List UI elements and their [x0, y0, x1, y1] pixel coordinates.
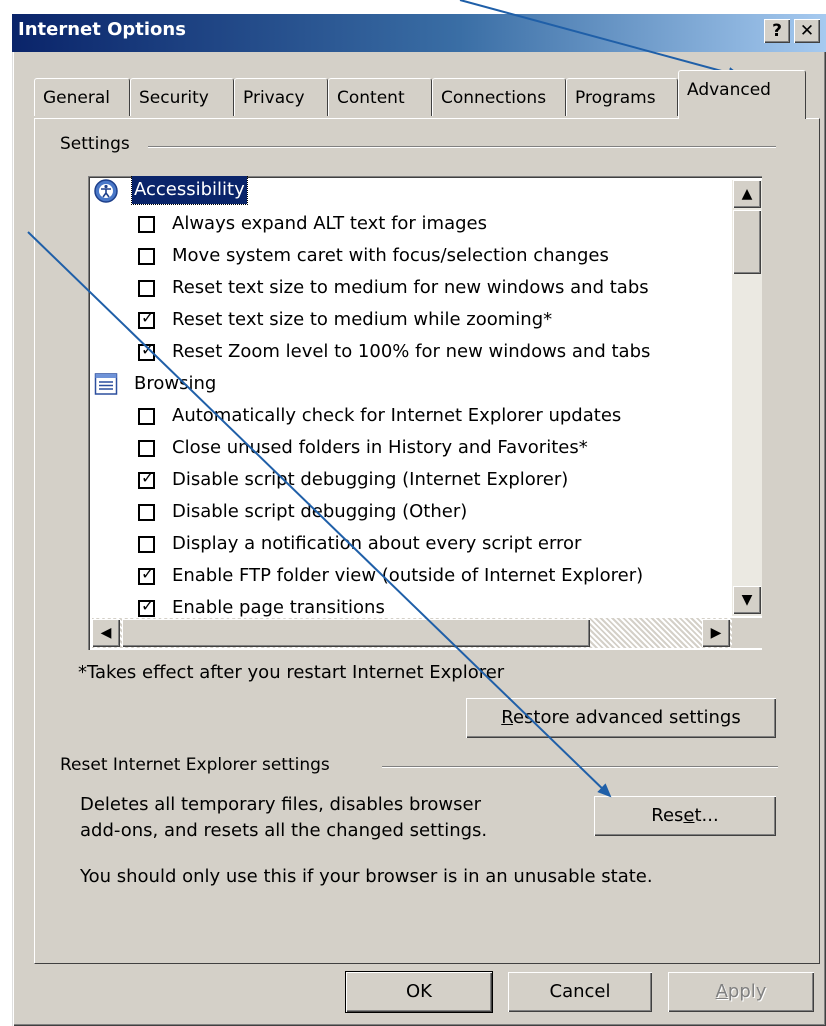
tab-advanced[interactable]: Advanced — [678, 70, 806, 119]
checkbox[interactable] — [138, 216, 155, 233]
checkbox[interactable] — [138, 440, 155, 457]
scroll-corner — [732, 618, 762, 648]
setting-label: Disable script debugging (Internet Explo… — [172, 469, 569, 490]
scroll-right-button[interactable]: ▶ — [702, 619, 730, 647]
settings-group-line — [148, 146, 776, 148]
arrow-down-icon: ▼ — [741, 592, 753, 608]
setting-label: Automatically check for Internet Explore… — [172, 405, 622, 426]
checkmark-icon: ✓ — [141, 564, 155, 583]
ok-button[interactable]: OK — [346, 972, 492, 1012]
reset-group-line — [382, 766, 778, 768]
reset-description-line1: Deletes all temporary files, disables br… — [80, 794, 481, 815]
help-button[interactable]: ? — [764, 19, 790, 43]
category-label-browsing: Browsing — [134, 373, 217, 394]
setting-label: Reset Zoom level to 100% for new windows… — [172, 341, 651, 362]
tab-security[interactable]: Security — [130, 78, 234, 116]
restart-footnote: *Takes effect after you restart Internet… — [78, 662, 505, 683]
checkmark-icon: ✓ — [141, 308, 155, 327]
tab-general[interactable]: General — [34, 78, 130, 116]
checkbox[interactable] — [138, 504, 155, 521]
tab-content[interactable]: Content — [328, 78, 432, 116]
checkbox[interactable] — [138, 280, 155, 297]
checkbox-checked[interactable]: ✓ — [138, 468, 155, 489]
accessibility-icon — [94, 179, 118, 203]
window-title: Internet Options — [18, 19, 186, 40]
cancel-button[interactable]: Cancel — [508, 972, 652, 1012]
arrow-left-icon: ◀ — [100, 625, 112, 641]
reset-description-line2: add-ons, and resets all the changed sett… — [80, 820, 488, 841]
setting-label: Display a notification about every scrip… — [172, 533, 582, 554]
horizontal-scrollbar[interactable]: ◀ ▶ — [92, 618, 732, 648]
setting-label: Reset text size to medium while zooming* — [172, 309, 553, 330]
settings-list[interactable]: Accessibility Always expand ALT text for… — [88, 176, 762, 650]
arrow-up-icon: ▲ — [741, 186, 753, 202]
checkbox-checked[interactable]: ✓ — [138, 564, 155, 585]
reset-warning: You should only use this if your browser… — [80, 866, 653, 887]
setting-label: Enable FTP folder view (outside of Inter… — [172, 565, 644, 586]
tab-programs[interactable]: Programs — [566, 78, 678, 116]
checkmark-icon: ✓ — [141, 596, 155, 615]
scroll-down-button[interactable]: ▼ — [733, 586, 761, 614]
title-bar[interactable]: Internet Options ? ✕ — [12, 14, 826, 52]
checkbox-checked[interactable]: ✓ — [138, 308, 155, 329]
browsing-icon — [94, 373, 118, 395]
reset-button[interactable]: Reset... — [594, 796, 776, 836]
checkbox[interactable] — [138, 248, 155, 265]
tab-privacy[interactable]: Privacy — [234, 78, 328, 116]
arrow-right-icon: ▶ — [710, 625, 722, 641]
setting-label: Reset text size to medium for new window… — [172, 277, 649, 298]
category-label-accessibility: Accessibility — [131, 176, 248, 205]
restore-advanced-settings-button[interactable]: Restore advanced settings — [466, 698, 776, 738]
checkbox-checked[interactable]: ✓ — [138, 340, 155, 361]
category-accessibility[interactable]: Accessibility — [88, 176, 762, 207]
scroll-up-button[interactable]: ▲ — [733, 180, 761, 208]
scroll-hthumb[interactable] — [122, 619, 590, 647]
tab-connections[interactable]: Connections — [432, 78, 566, 116]
apply-button[interactable]: Apply — [668, 972, 814, 1012]
checkmark-icon: ✓ — [141, 468, 155, 487]
setting-label: Disable script debugging (Other) — [172, 501, 468, 522]
settings-group-label: Settings — [60, 134, 136, 154]
reset-group-label: Reset Internet Explorer settings — [60, 755, 336, 775]
checkbox-checked[interactable]: ✓ — [138, 596, 155, 617]
setting-label: Close unused folders in History and Favo… — [172, 437, 588, 458]
checkmark-icon: ✓ — [141, 340, 155, 359]
scroll-thumb[interactable] — [733, 210, 761, 274]
scroll-left-button[interactable]: ◀ — [92, 619, 120, 647]
vertical-scrollbar[interactable]: ▲ ▼ — [732, 180, 762, 616]
checkbox[interactable] — [138, 536, 155, 553]
setting-label: Always expand ALT text for images — [172, 213, 487, 234]
close-button[interactable]: ✕ — [794, 19, 820, 43]
checkbox[interactable] — [138, 408, 155, 425]
setting-label: Move system caret with focus/selection c… — [172, 245, 609, 266]
